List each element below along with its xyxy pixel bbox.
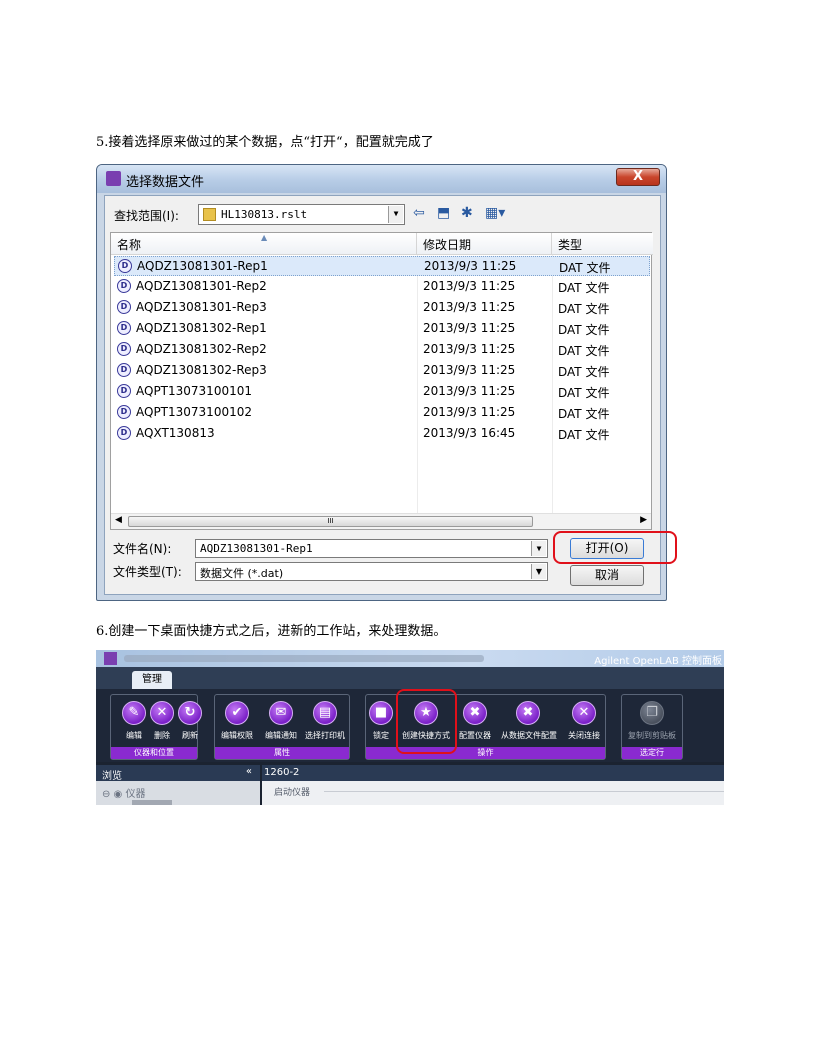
- back-icon[interactable]: ⇦: [413, 205, 425, 221]
- horizontal-scrollbar[interactable]: ◀ III ▶: [111, 513, 651, 529]
- group-label: 选定行: [622, 747, 682, 759]
- dat-file-icon: D: [117, 279, 131, 293]
- chevron-down-icon[interactable]: ▼: [388, 206, 403, 223]
- edit-permissions-button[interactable]: ✔ 编辑权限: [216, 699, 258, 743]
- blurred-title: [124, 655, 484, 662]
- file-row[interactable]: D AQDZ13081302-Rep3 2013/9/3 11:25 DAT 文件: [114, 361, 650, 381]
- sort-up-icon: ▲: [261, 233, 268, 242]
- column-header-date[interactable]: 修改日期: [417, 233, 552, 255]
- tools-icon: ✖: [516, 701, 540, 725]
- file-name-input[interactable]: AQDZ13081301-Rep1 ▼: [195, 539, 548, 558]
- open-button-highlight: [553, 531, 677, 564]
- edit-notifications-button[interactable]: ✉ 编辑通知: [260, 699, 302, 743]
- scroll-left-icon[interactable]: ◀: [115, 515, 122, 525]
- instrument-header: 1260-2: [262, 765, 724, 781]
- column-header-type[interactable]: 类型: [552, 233, 653, 255]
- step-6-text: 6.创建一下桌面快捷方式之后，进新的工作站，来处理数据。: [96, 624, 447, 639]
- tools-icon: ✖: [463, 701, 487, 725]
- file-row[interactable]: D AQDZ13081302-Rep2 2013/9/3 11:25 DAT 文件: [114, 340, 650, 360]
- dialog-title: 选择数据文件: [126, 175, 205, 190]
- up-folder-icon[interactable]: ⬒: [437, 205, 450, 221]
- group-properties: ✔ 编辑权限 ✉ 编辑通知 ▤ 选择打印机 属性: [214, 694, 350, 760]
- group-selected-rows: ❐ 复制到剪贴板 选定行: [621, 694, 683, 760]
- step-5-text: 5.接着选择原来做过的某个数据，点“打开“，配置就完成了: [96, 135, 434, 150]
- navigation-pane: 浏览 « ⊖ ◉ 仪器: [96, 765, 260, 805]
- dat-file-icon: D: [117, 321, 131, 335]
- dat-file-icon: D: [117, 363, 131, 377]
- file-type-label: 文件类型(T):: [113, 565, 182, 579]
- dat-file-icon: D: [118, 259, 132, 273]
- file-row[interactable]: D AQXT130813 2013/9/3 16:45 DAT 文件: [114, 424, 650, 444]
- mail-icon: ✉: [269, 701, 293, 725]
- group-label: 属性: [215, 747, 349, 759]
- configure-from-data-file-button[interactable]: ✖ 从数据文件配置: [501, 699, 557, 743]
- clipboard-icon: ❐: [640, 701, 664, 725]
- create-shortcut-highlight: [396, 689, 457, 754]
- file-list[interactable]: 名称 ▲ 修改日期 类型 D AQDZ13081301-Rep1 2013/9/3 …: [110, 232, 653, 530]
- nav-item-instruments[interactable]: ⊖ ◉ 仪器: [102, 785, 145, 800]
- window-title-bar: Agilent OpenLAB 控制面板: [96, 650, 724, 667]
- file-name-label: 文件名(N):: [113, 542, 172, 556]
- main-pane: 1260-2 启动仪器: [262, 765, 724, 805]
- scroll-right-icon[interactable]: ▶: [640, 515, 647, 525]
- folder-icon: [203, 208, 216, 221]
- close-connection-button[interactable]: ✕ 关闭连接: [563, 699, 605, 743]
- file-type-select[interactable]: 数据文件 (*.dat) ▼: [195, 562, 548, 581]
- file-row[interactable]: D AQPT13073100101 2013/9/3 11:25 DAT 文件: [114, 382, 650, 402]
- shield-icon: ✔: [225, 701, 249, 725]
- nav-header: 浏览: [96, 765, 260, 782]
- copy-to-clipboard-button[interactable]: ❐ 复制到剪贴板: [628, 699, 676, 743]
- close-icon: ✕: [572, 701, 596, 725]
- dat-file-icon: D: [117, 384, 131, 398]
- chevron-down-icon[interactable]: ▼: [531, 564, 546, 579]
- tab-admin[interactable]: 管理: [132, 671, 172, 689]
- scroll-thumb[interactable]: III: [128, 516, 533, 527]
- look-in-combo[interactable]: HL130813.rslt ▼: [198, 204, 405, 225]
- configure-instrument-button[interactable]: ✖ 配置仪器: [454, 699, 496, 743]
- collapse-icon[interactable]: «: [246, 766, 252, 777]
- column-header-name[interactable]: 名称 ▲: [111, 233, 417, 255]
- app-icon: [106, 171, 121, 186]
- brand-title: Agilent OpenLAB 控制面板: [594, 656, 722, 667]
- section-divider: [324, 791, 724, 792]
- dat-file-icon: D: [117, 405, 131, 419]
- nav-subitem[interactable]: [132, 800, 172, 805]
- close-button[interactable]: X: [616, 168, 660, 186]
- lock-icon: ■: [369, 701, 393, 725]
- refresh-button[interactable]: ↻ 刷新: [169, 699, 211, 743]
- app-icon: [104, 652, 117, 665]
- dialog-title-bar: 选择数据文件 X: [97, 165, 666, 193]
- chevron-down-icon[interactable]: ▼: [531, 541, 546, 556]
- file-row[interactable]: D AQPT13073100102 2013/9/3 11:25 DAT 文件: [114, 403, 650, 423]
- file-row[interactable]: D AQDZ13081302-Rep1 2013/9/3 11:25 DAT 文件: [114, 319, 650, 339]
- dat-file-icon: D: [117, 342, 131, 356]
- cancel-button[interactable]: 取消: [570, 565, 644, 586]
- launch-instrument-section[interactable]: 启动仪器: [274, 785, 310, 798]
- dat-file-icon: D: [117, 300, 131, 314]
- new-folder-icon[interactable]: ✱: [461, 205, 473, 221]
- look-in-label: 查找范围(I):: [114, 209, 179, 223]
- select-printer-button[interactable]: ▤ 选择打印机: [304, 699, 346, 743]
- view-menu-icon[interactable]: ▦▾: [485, 205, 505, 221]
- printer-icon: ▤: [313, 701, 337, 725]
- dat-file-icon: D: [117, 426, 131, 440]
- ribbon-tab-bar: 管理: [96, 667, 724, 689]
- file-row[interactable]: D AQDZ13081301-Rep2 2013/9/3 11:25 DAT 文件: [114, 277, 650, 297]
- file-row[interactable]: D AQDZ13081301-Rep1 2013/9/3 11:25 DAT 文件: [114, 256, 650, 276]
- file-row[interactable]: D AQDZ13081301-Rep3 2013/9/3 11:25 DAT 文件: [114, 298, 650, 318]
- refresh-icon: ↻: [178, 701, 202, 725]
- look-in-value: HL130813.rslt: [221, 208, 308, 221]
- group-instruments: ✎ 编辑 ✕ 删除 ↻ 刷新 仪器和位置: [110, 694, 202, 760]
- group-label: 仪器和位置: [111, 747, 197, 759]
